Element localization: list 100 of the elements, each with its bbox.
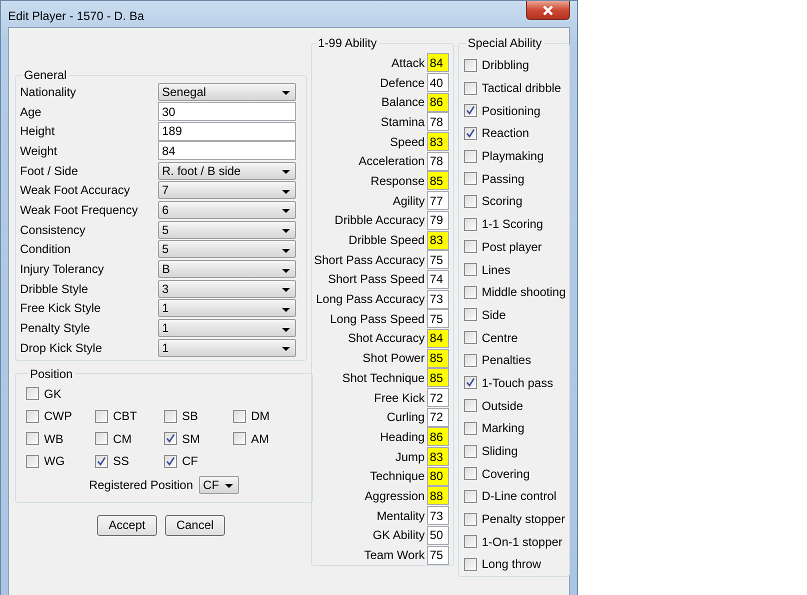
dropdown[interactable]: 6 (158, 200, 296, 219)
ability-value-field[interactable]: 50 (426, 526, 449, 545)
checkbox-label: DM (251, 409, 270, 424)
checkbox[interactable] (95, 410, 108, 423)
checkbox[interactable] (26, 410, 39, 423)
ability-label: Short Pass Accuracy (314, 252, 425, 267)
checkbox-label: Tactical dribble (482, 81, 562, 96)
ability-value-field[interactable]: 40 (426, 73, 449, 92)
checkbox[interactable] (95, 454, 108, 468)
dropdown[interactable]: 3 (158, 280, 296, 298)
ability-value-field[interactable]: 78 (426, 112, 449, 132)
ability-value-field[interactable]: 83 (426, 447, 449, 466)
checkbox[interactable] (464, 263, 477, 276)
checkbox[interactable] (464, 558, 477, 571)
checkbox-label: 1-Touch pass (482, 376, 554, 390)
checkbox[interactable] (464, 444, 477, 458)
checkbox[interactable] (26, 432, 39, 446)
ability-value-field[interactable]: 79 (426, 210, 449, 230)
dropdown[interactable]: 5 (158, 220, 296, 239)
ability-value-field[interactable]: 77 (426, 191, 449, 210)
ability-value-field[interactable]: 75 (426, 309, 449, 328)
checkbox[interactable] (464, 490, 477, 503)
checkbox[interactable] (464, 308, 477, 322)
checkbox-label: WG (44, 454, 65, 468)
ability-value-field[interactable]: 73 (426, 506, 449, 526)
ability-value-field[interactable]: 85 (426, 368, 449, 388)
dropdown[interactable]: B (158, 260, 296, 278)
checkbox-label: Positioning (482, 104, 540, 118)
checkbox-label: WB (44, 432, 64, 446)
checkbox-label: 1-1 Scoring (482, 217, 544, 232)
field-label: Nationality (20, 84, 78, 99)
checkbox[interactable] (464, 376, 477, 390)
checkbox[interactable] (164, 410, 177, 423)
checkbox[interactable] (464, 126, 477, 140)
ability-value-field[interactable]: 88 (426, 486, 449, 506)
checkbox[interactable] (464, 331, 477, 344)
ability-value-field[interactable]: 75 (426, 250, 449, 270)
ability-label: Curling (386, 410, 425, 424)
dropdown[interactable]: CF (199, 476, 240, 494)
checkbox[interactable] (464, 354, 477, 367)
ability-value-field[interactable]: 74 (426, 270, 449, 289)
checkbox-label: GK (44, 386, 62, 401)
checkbox[interactable] (95, 432, 108, 446)
close-button[interactable] (526, 1, 570, 20)
ability-label: GK Ability (372, 528, 425, 542)
checkbox[interactable] (464, 240, 477, 254)
dropdown[interactable]: 1 (158, 338, 296, 357)
dropdown[interactable]: R. foot / B side (158, 162, 296, 180)
checkbox[interactable] (464, 172, 477, 186)
checkbox[interactable] (464, 150, 477, 163)
group-title: Special Ability (466, 36, 543, 50)
ability-value-field[interactable]: 84 (426, 53, 449, 72)
checkbox[interactable] (464, 104, 477, 118)
checkbox[interactable] (464, 422, 477, 435)
dropdown[interactable]: 7 (158, 181, 296, 200)
ability-value-field[interactable]: 83 (426, 132, 449, 152)
checkbox[interactable] (26, 387, 39, 400)
checkbox[interactable] (464, 399, 477, 412)
dropdown[interactable]: 1 (158, 319, 296, 338)
input-field[interactable]: 84 (158, 141, 296, 160)
checkbox[interactable] (464, 535, 477, 548)
group-title: General (23, 68, 68, 82)
dialog-button[interactable]: Accept (97, 514, 157, 536)
checkbox[interactable] (464, 194, 477, 208)
ability-value-field[interactable]: 83 (426, 230, 449, 250)
ability-value-field[interactable]: 73 (426, 290, 449, 309)
input-field[interactable]: 30 (158, 102, 296, 122)
ability-value-field[interactable]: 85 (426, 348, 449, 368)
ability-value-field[interactable]: 85 (426, 171, 449, 190)
checkbox[interactable] (464, 218, 477, 231)
ability-value-field[interactable]: 75 (426, 546, 449, 565)
ability-label: Attack (391, 56, 425, 70)
ability-label: Speed (390, 134, 425, 149)
ability-value-field[interactable]: 86 (426, 92, 449, 112)
checkbox[interactable] (464, 82, 477, 95)
checkbox[interactable] (464, 286, 477, 299)
ability-value-field[interactable]: 78 (426, 152, 449, 171)
checkbox[interactable] (464, 467, 477, 480)
input-field[interactable]: 189 (158, 122, 296, 141)
checkbox[interactable] (233, 410, 246, 423)
checkbox-label: Passing (482, 172, 524, 186)
dropdown[interactable]: Senegal (158, 82, 296, 101)
checkbox[interactable] (464, 512, 477, 526)
window-title: Edit Player - 1570 - D. Ba (8, 8, 144, 23)
dropdown[interactable]: 5 (158, 240, 296, 258)
checkbox[interactable] (164, 432, 177, 446)
checkbox[interactable] (233, 432, 246, 446)
ability-value-field[interactable]: 80 (426, 466, 449, 486)
field-label: Free Kick Style (20, 301, 102, 316)
caret-icon (282, 308, 290, 312)
checkbox[interactable] (26, 454, 39, 468)
ability-value-field[interactable]: 72 (426, 388, 449, 408)
dropdown[interactable]: 1 (158, 299, 296, 318)
ability-value-field[interactable]: 72 (426, 408, 449, 427)
checkbox[interactable] (164, 454, 177, 468)
dialog-button[interactable]: Cancel (165, 514, 225, 536)
caret-icon (282, 190, 290, 194)
ability-value-field[interactable]: 84 (426, 328, 449, 348)
ability-value-field[interactable]: 86 (426, 427, 449, 446)
checkbox[interactable] (464, 58, 477, 72)
